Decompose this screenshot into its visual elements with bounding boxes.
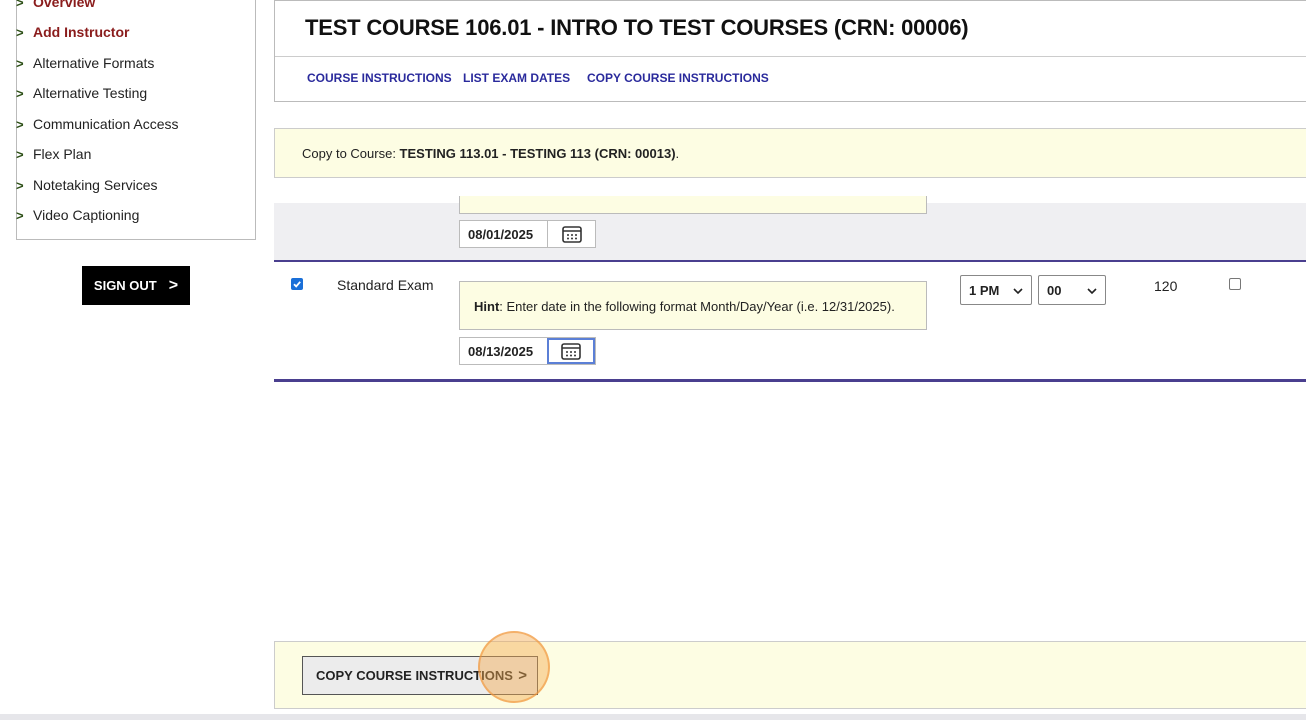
sidebar-item-label: Add Instructor (33, 24, 130, 40)
action-bar: COPY COURSE INSTRUCTIONS > (274, 641, 1306, 709)
target-course: TESTING 113.01 - TESTING 113 (CRN: 00013… (399, 146, 676, 161)
exam-select-checkbox[interactable] (291, 278, 303, 290)
minute-value: 00 (1047, 282, 1062, 298)
chevron-right-icon: > (16, 116, 24, 132)
chevron-right-icon: > (16, 177, 24, 193)
sidebar-item-overview[interactable]: > Overview (16, 0, 95, 10)
hour-value: 1 PM (969, 282, 1000, 298)
hint-box (459, 196, 927, 214)
copy-to-course-banner: Copy to Course: TESTING 113.01 - TESTING… (274, 128, 1306, 178)
sidebar-item-label: Video Captioning (33, 207, 140, 223)
date-field[interactable]: 08/13/2025 (459, 337, 596, 365)
chevron-right-icon: > (16, 24, 24, 40)
chevron-right-icon: > (168, 276, 179, 294)
hint-label: Hint (474, 299, 500, 314)
sidebar-item-flex-plan[interactable]: > Flex Plan (16, 146, 91, 162)
sidebar-item-video-captioning[interactable]: > Video Captioning (16, 207, 139, 223)
sidebar-item-label: Alternative Testing (33, 85, 148, 101)
sidebar-item-label: Overview (33, 0, 96, 10)
chevron-right-icon: > (16, 146, 24, 162)
tab-copy-course-instructions[interactable]: COPY COURSE INSTRUCTIONS (587, 71, 769, 85)
course-header: TEST COURSE 106.01 - INTRO TO TEST COURS… (274, 0, 1306, 102)
sidebar-item-label: Flex Plan (33, 146, 92, 162)
exam-type: Standard Exam (337, 277, 434, 293)
minute-select[interactable]: 00 (1038, 275, 1106, 305)
chevron-right-icon: > (16, 0, 24, 10)
sidebar-item-communication-access[interactable]: > Communication Access (16, 116, 179, 132)
hint-box: Hint: Enter date in the following format… (459, 281, 927, 330)
table-bottom-rule (274, 379, 1306, 382)
chevron-down-icon (1013, 283, 1023, 298)
row-divider (274, 260, 1306, 262)
page-title: TEST COURSE 106.01 - INTRO TO TEST COURS… (305, 15, 969, 40)
sidebar-item-notetaking-services[interactable]: > Notetaking Services (16, 177, 158, 193)
chevron-right-icon: > (16, 207, 24, 223)
calendar-icon[interactable] (547, 338, 595, 364)
exam-duration: 120 (1154, 278, 1178, 294)
banner-suffix: . (675, 146, 680, 161)
sign-out-button[interactable]: SIGN OUT > (82, 266, 190, 305)
hint-text: : Enter date in the following format Mon… (499, 299, 895, 314)
sidebar-item-alternative-testing[interactable]: > Alternative Testing (16, 85, 147, 101)
date-field[interactable]: 08/01/2025 (459, 220, 596, 248)
click-indicator (478, 631, 550, 703)
sidebar-item-add-instructor[interactable]: > Add Instructor (16, 24, 129, 40)
sidebar-item-label: Communication Access (33, 116, 179, 132)
chevron-down-icon (1087, 283, 1097, 298)
banner-label: Copy to Course: (302, 146, 400, 161)
chevron-right-icon: > (16, 85, 24, 101)
calendar-icon[interactable] (547, 221, 595, 247)
chevron-right-icon: > (16, 55, 24, 71)
tab-list-exam-dates[interactable]: LIST EXAM DATES (463, 71, 570, 85)
date-input[interactable]: 08/01/2025 (460, 227, 547, 242)
tab-course-instructions[interactable]: COURSE INSTRUCTIONS (307, 71, 452, 85)
divider (275, 56, 1306, 57)
row-option-checkbox[interactable] (1229, 278, 1241, 290)
sidebar-item-label: Notetaking Services (33, 177, 158, 193)
sign-out-label: SIGN OUT (93, 278, 157, 293)
window-bottom-edge (0, 714, 1306, 720)
sidebar-item-label: Alternative Formats (33, 55, 155, 71)
sidebar-item-alternative-formats[interactable]: > Alternative Formats (16, 55, 154, 71)
hour-select[interactable]: 1 PM (960, 275, 1032, 305)
date-input[interactable]: 08/13/2025 (460, 344, 547, 359)
